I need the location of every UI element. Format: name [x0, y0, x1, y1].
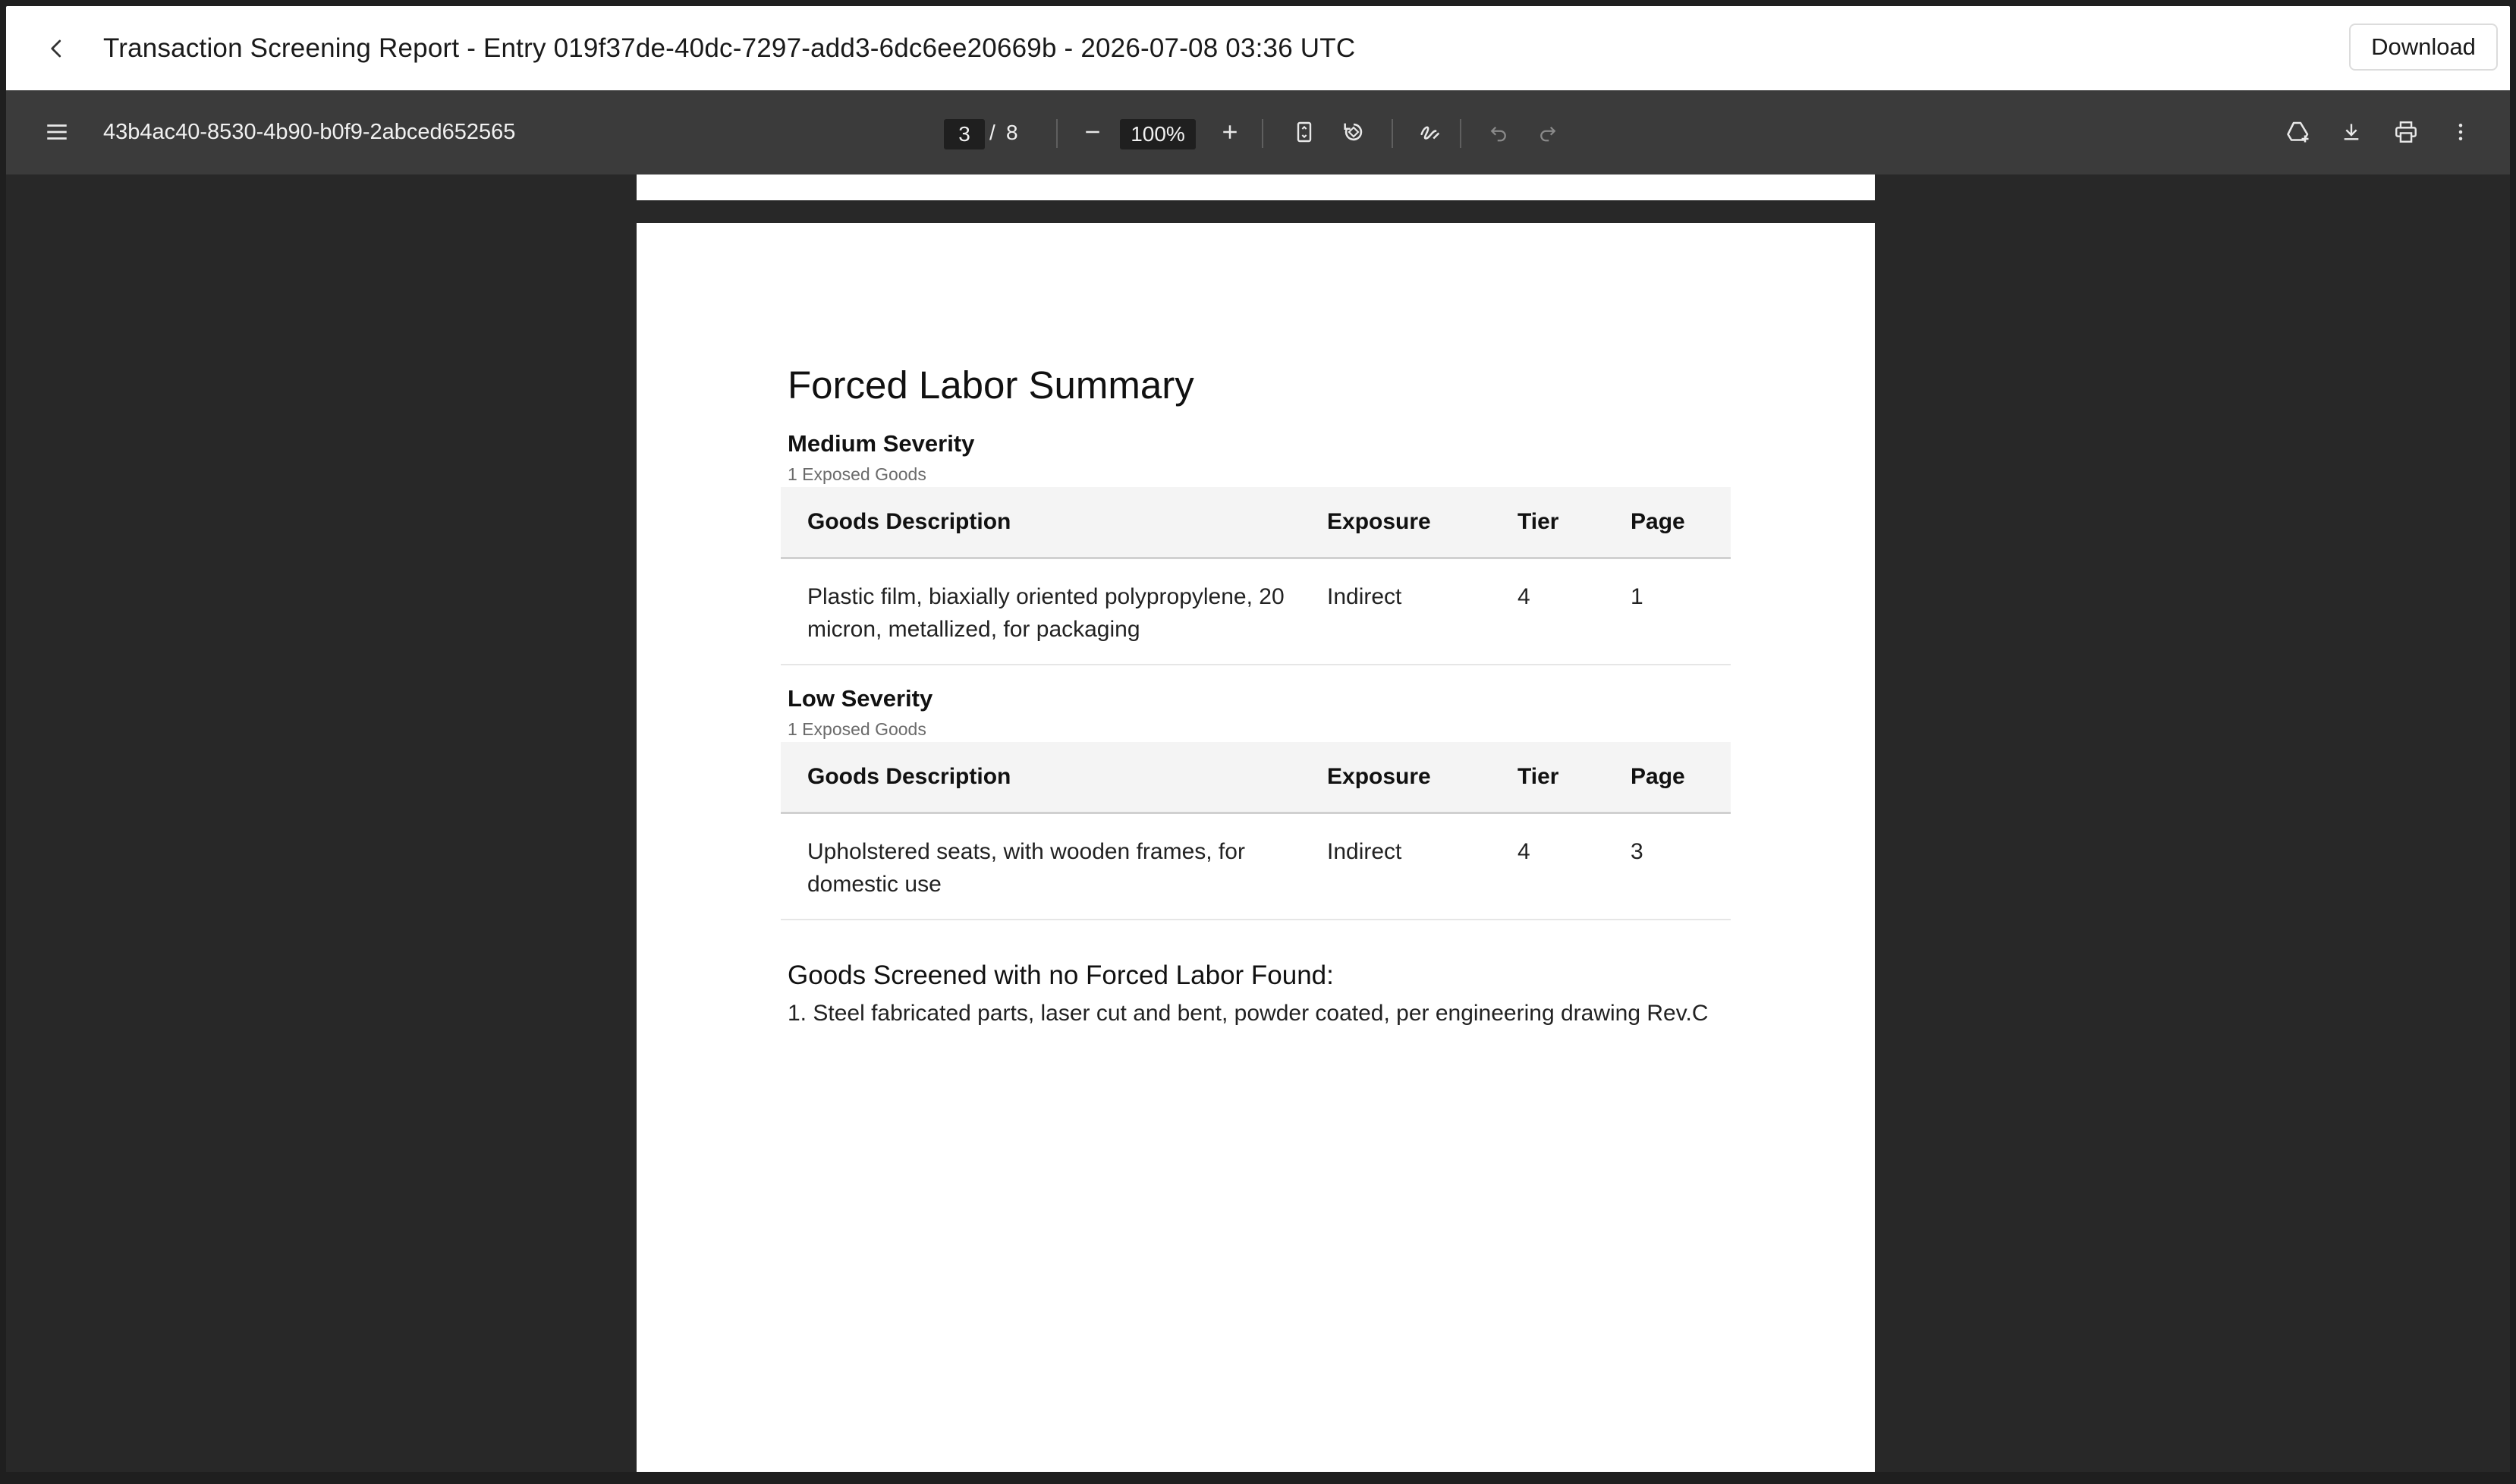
screened-goods-heading: Goods Screened with no Forced Labor Foun…: [788, 961, 1334, 990]
page-cell: 3: [1631, 839, 1643, 864]
previous-page-edge: [637, 174, 1875, 200]
more-vertical-icon: [2458, 124, 2463, 140]
document-viewport[interactable]: Forced Labor Summary Medium Severity 1 E…: [6, 174, 2510, 1478]
window-bottom-edge: [0, 1472, 2516, 1484]
page-separator: /: [989, 121, 995, 144]
document-name: 43b4ac40-8530-4b90-b0f9-2abced652565: [103, 120, 516, 144]
hamburger-menu-icon[interactable]: [36, 112, 77, 152]
tier-cell: 4: [1517, 839, 1530, 864]
screened-goods-item: 1. Steel fabricated parts, laser cut and…: [788, 1001, 1709, 1026]
print-icon: [2395, 121, 2417, 143]
annotate-pen-icon: [1420, 126, 1440, 140]
save-download-button[interactable]: [2331, 112, 2372, 152]
plus-icon: [1223, 125, 1237, 139]
table-row: Plastic film, biaxially oriented polypro…: [781, 559, 1731, 665]
column-header: Tier: [1517, 509, 1559, 534]
page-title: Transaction Screening Report - Entry 019…: [103, 33, 1356, 63]
undo-icon: [1490, 126, 1506, 142]
goods-description-cell: Upholstered seats, with wooden frames, f…: [807, 839, 1245, 897]
annotate-button[interactable]: [1410, 112, 1451, 152]
more-options-button[interactable]: [2440, 112, 2481, 152]
page-cell: 1: [1631, 584, 1643, 609]
summary-heading: Forced Labor Summary: [788, 363, 1194, 407]
toolbar-divider: [1262, 119, 1263, 148]
add-to-drive-icon: [2287, 121, 2309, 143]
redo-icon: [1540, 126, 1556, 142]
viewer-toolbar: 43b4ac40-8530-4b90-b0f9-2abced652565 / 8: [6, 90, 2510, 174]
goods-description-cell: Plastic film, biaxially oriented polypro…: [807, 584, 1285, 642]
print-button[interactable]: [2385, 112, 2426, 152]
column-header: Exposure: [1327, 509, 1431, 534]
zoom-in-button[interactable]: [1209, 112, 1250, 152]
column-header: Page: [1631, 509, 1685, 534]
rotate-button[interactable]: [1333, 112, 1374, 152]
goods-table: Goods Description Exposure Tier Page Uph…: [781, 742, 1731, 920]
fit-to-page-button[interactable]: [1284, 112, 1325, 152]
severity-title: Medium Severity: [788, 430, 975, 457]
table-header-row: Goods Description Exposure Tier Page: [781, 487, 1731, 559]
goods-table: Goods Description Exposure Tier Page Pla…: [781, 487, 1731, 665]
zoom-level-input[interactable]: [1120, 119, 1196, 149]
download-button[interactable]: Download: [2349, 24, 2498, 71]
back-button[interactable]: [39, 31, 74, 66]
pdf-viewer-window: Transaction Screening Report - Entry 019…: [6, 6, 2510, 1478]
rotate-icon: [1344, 123, 1363, 141]
table-header-row: Goods Description Exposure Tier Page: [781, 742, 1731, 814]
chevron-left-icon: [51, 39, 61, 57]
fit-to-page-icon: [1297, 121, 1312, 143]
exposure-cell: Indirect: [1327, 584, 1402, 609]
column-header: Exposure: [1327, 764, 1431, 789]
exposed-goods-count: 1 Exposed Goods: [788, 464, 926, 484]
add-to-drive-button[interactable]: [2278, 112, 2319, 152]
download-icon: [2344, 124, 2359, 140]
tier-cell: 4: [1517, 584, 1530, 609]
column-header: Tier: [1517, 764, 1559, 789]
redo-button[interactable]: [1527, 112, 1568, 152]
column-header: Goods Description: [807, 509, 1011, 534]
exposure-cell: Indirect: [1327, 839, 1402, 864]
column-header: Page: [1631, 764, 1685, 789]
page-number-input[interactable]: [944, 119, 985, 149]
toolbar-divider: [1460, 119, 1461, 148]
toolbar-divider: [1392, 119, 1393, 148]
toolbar-divider: [1056, 119, 1058, 148]
column-header: Goods Description: [807, 764, 1011, 789]
pdf-page: Forced Labor Summary Medium Severity 1 E…: [637, 223, 1875, 1478]
table-row: Upholstered seats, with wooden frames, f…: [781, 814, 1731, 920]
undo-button[interactable]: [1478, 112, 1519, 152]
exposed-goods-count: 1 Exposed Goods: [788, 719, 926, 739]
report-header: Transaction Screening Report - Entry 019…: [6, 6, 2510, 90]
severity-title: Low Severity: [788, 685, 933, 712]
total-pages: 8: [1006, 121, 1018, 144]
zoom-out-button[interactable]: [1072, 112, 1113, 152]
minus-icon: [1086, 130, 1099, 134]
